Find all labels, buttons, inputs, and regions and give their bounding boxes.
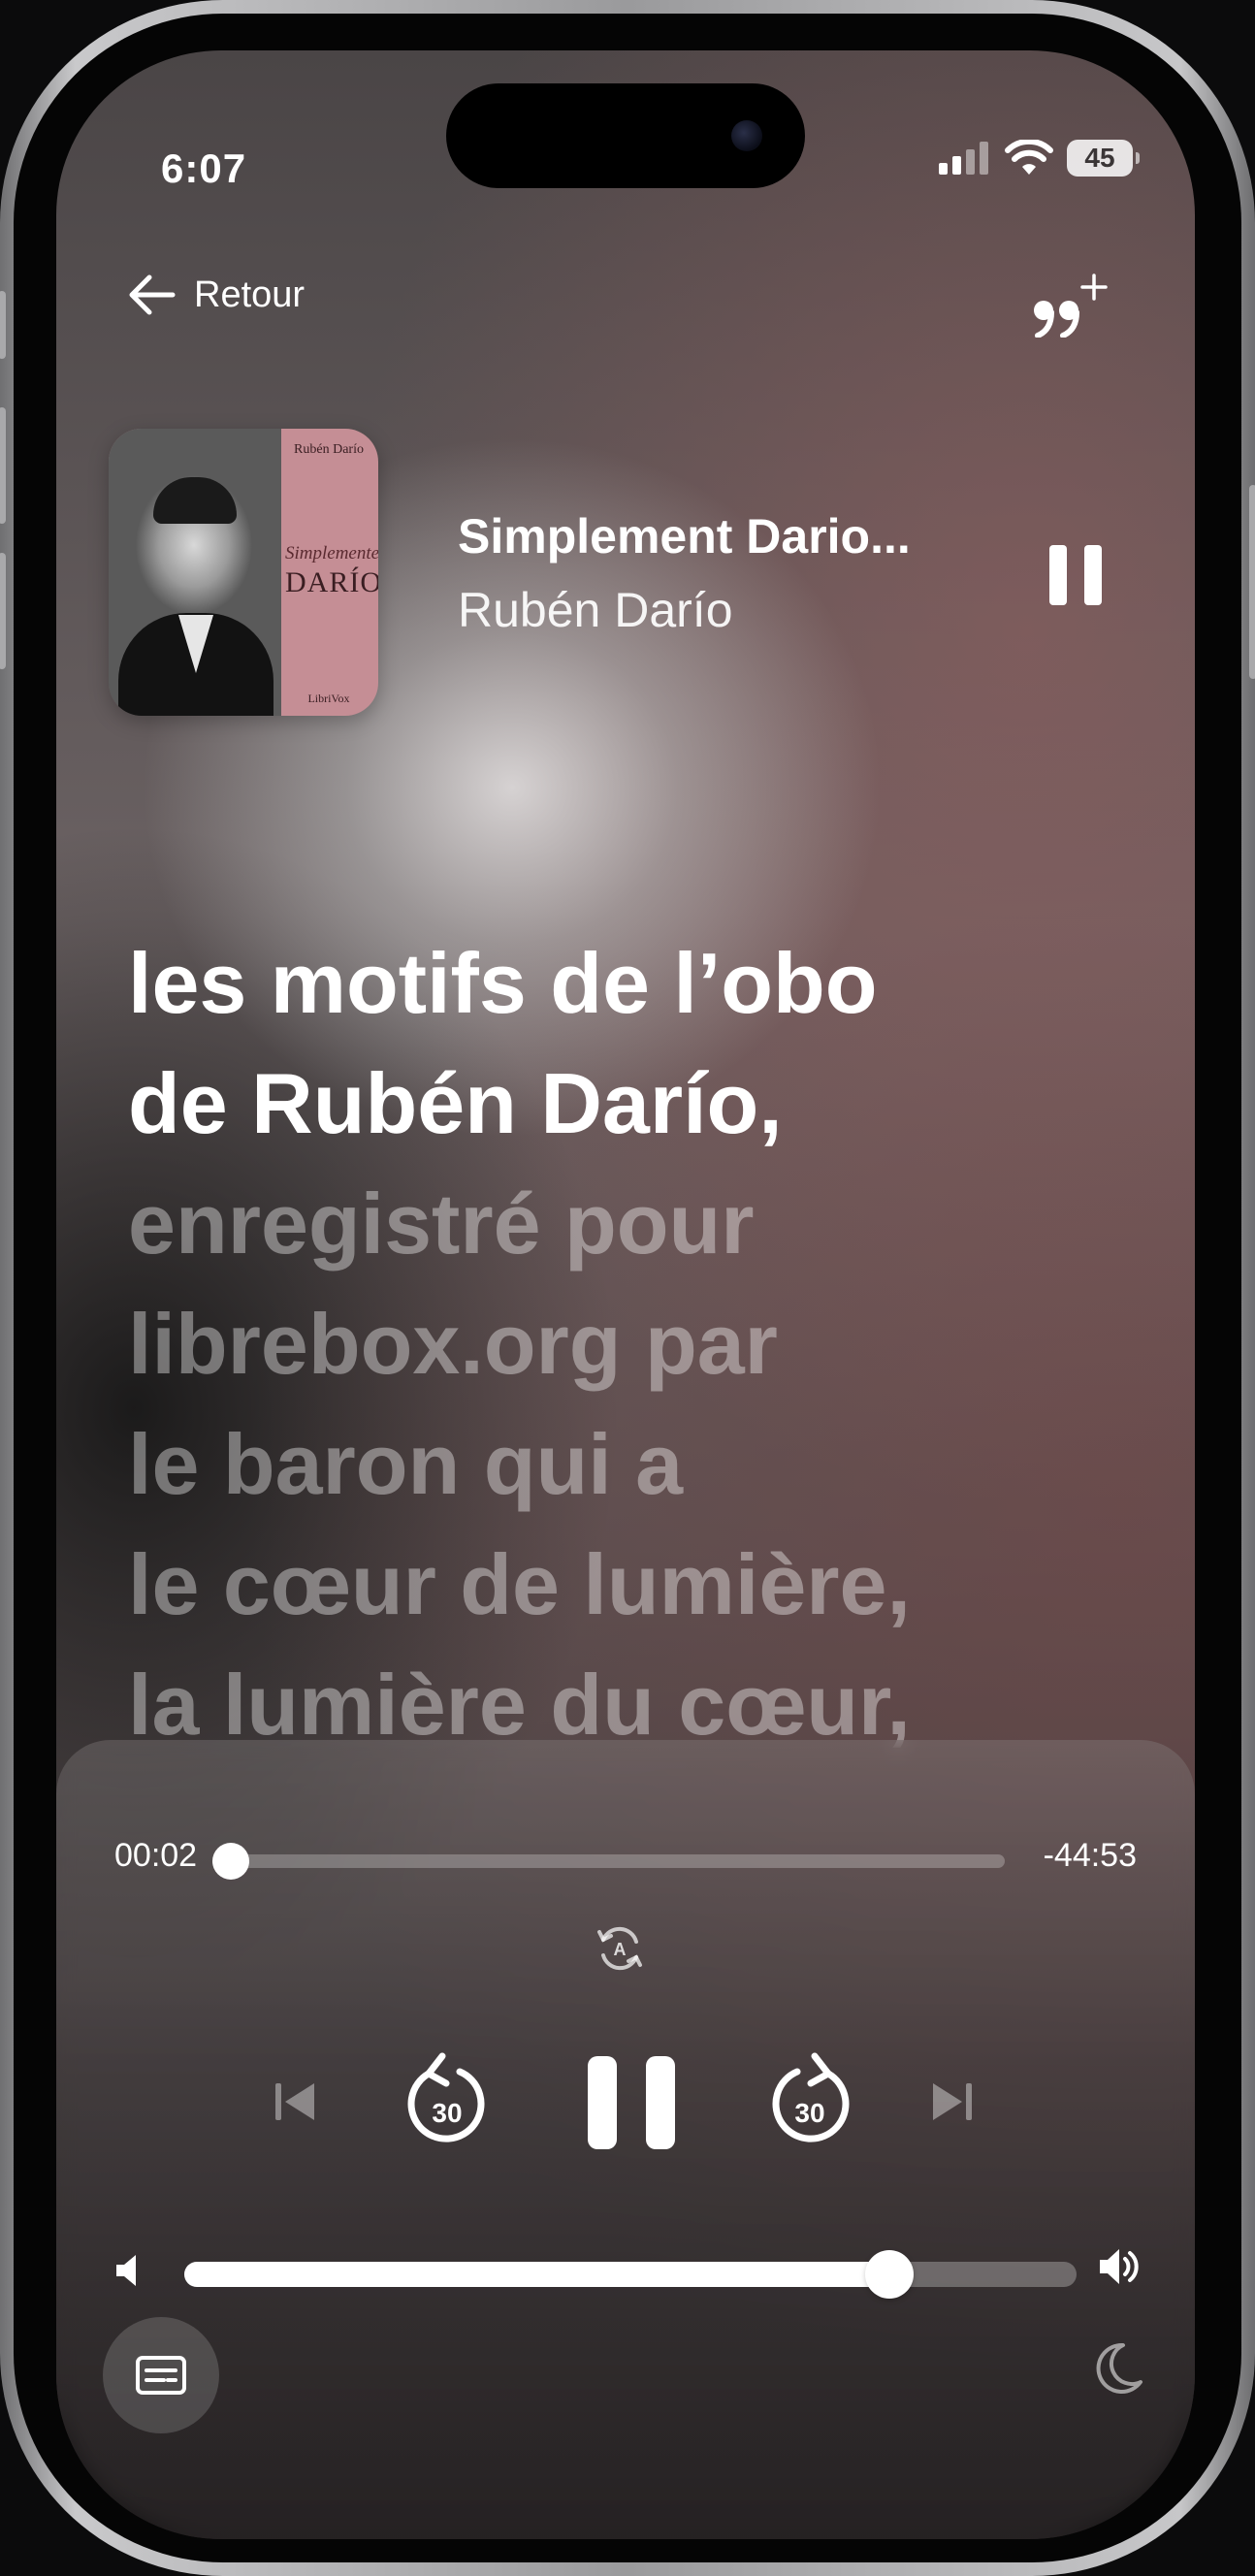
previous-chapter-button[interactable] — [272, 2079, 318, 2129]
cover-title: Simplemente — [285, 543, 378, 564]
action-button — [0, 291, 6, 359]
rewind-30-icon: 30 — [407, 2052, 485, 2142]
volume-slider[interactable] — [184, 2250, 1077, 2299]
next-chapter-button[interactable] — [929, 2079, 976, 2129]
sleep-timer-button[interactable] — [1088, 2339, 1146, 2402]
status-indicators: 45 — [939, 140, 1140, 177]
cover-publisher: LibriVox — [307, 692, 350, 705]
volume-down-button — [0, 553, 6, 669]
status-time: 6:07 — [161, 145, 247, 191]
cover-title-name: DARÍO — [285, 566, 378, 598]
author-portrait — [109, 429, 281, 716]
battery-level: 45 — [1084, 143, 1115, 173]
transcript-toggle-button[interactable] — [103, 2317, 219, 2433]
portrait-hair — [153, 477, 237, 524]
volume-fill — [184, 2262, 889, 2287]
add-quote-button[interactable] — [1030, 270, 1113, 342]
skip-next-icon — [933, 2083, 972, 2120]
pause-icon — [1049, 545, 1067, 605]
player-controls-panel: 00:02 -44:53 A 30 30 — [56, 1740, 1195, 2539]
volume-knob[interactable] — [864, 2250, 914, 2299]
skip-forward-button[interactable]: 30 — [764, 2052, 857, 2158]
dynamic-island — [446, 83, 805, 188]
svg-text:A: A — [614, 1940, 627, 1959]
progress-slider[interactable] — [211, 1843, 1005, 1880]
back-label: Retour — [194, 274, 306, 315]
add-quote-icon — [1034, 274, 1108, 338]
screen: 6:07 45 Retour Rubén Darío Simplemente D… — [56, 50, 1195, 2539]
transcript-line[interactable]: librebox.org par — [128, 1284, 1137, 1404]
cellular-signal-icon — [939, 142, 988, 175]
transcript[interactable]: les motifs de l’obo de Rubén Darío, enregi… — [128, 923, 1137, 1765]
track-title: Simplement Dario... — [458, 509, 911, 564]
pause-icon — [588, 2056, 617, 2149]
forward-30-icon: 30 — [772, 2052, 850, 2142]
volume-up-button — [0, 407, 6, 524]
progress-knob[interactable] — [211, 1843, 249, 1880]
auto-scroll-button[interactable]: A — [592, 1920, 648, 1981]
arrow-left-icon — [129, 274, 176, 315]
auto-scroll-icon: A — [597, 1926, 642, 1971]
pause-icon-bar — [1084, 545, 1102, 605]
skip-forward-label: 30 — [794, 2098, 824, 2128]
transcript-line[interactable]: le baron qui a — [128, 1404, 1137, 1525]
subtitles-icon — [136, 2356, 186, 2395]
volume-low-icon — [114, 2252, 142, 2294]
album-cover[interactable]: Rubén Darío Simplemente DARÍO LibriVox — [109, 429, 378, 716]
front-camera — [731, 120, 762, 151]
play-pause-button[interactable] — [588, 2056, 675, 2149]
transcript-line[interactable]: le cœur de lumière, — [128, 1525, 1137, 1645]
remaining-time: -44:53 — [1043, 1837, 1137, 1874]
transport-controls: 30 30 — [56, 2052, 1195, 2159]
wifi-icon — [1005, 140, 1053, 175]
transcript-line[interactable]: de Rubén Darío, — [128, 1044, 1137, 1164]
back-button[interactable]: Retour — [126, 274, 305, 316]
pause-icon-bar — [646, 2056, 675, 2149]
skip-back-button[interactable]: 30 — [400, 2052, 493, 2158]
skip-previous-icon — [275, 2083, 314, 2120]
side-button — [1249, 485, 1255, 679]
elapsed-time: 00:02 — [114, 1837, 198, 1874]
moon-icon — [1096, 2342, 1142, 2394]
cover-author: Rubén Darío — [294, 442, 364, 457]
mini-pause-button[interactable] — [1049, 545, 1102, 605]
cover-text: Rubén Darío Simplemente DARÍO LibriVox — [285, 429, 378, 716]
skip-back-label: 30 — [432, 2098, 462, 2128]
transcript-line[interactable]: enregistré pour — [128, 1164, 1137, 1284]
battery-indicator: 45 — [1067, 140, 1140, 177]
track-author: Rubén Darío — [458, 583, 733, 637]
phone-frame: 6:07 45 Retour Rubén Darío Simplemente D… — [0, 0, 1255, 2576]
transcript-line[interactable]: les motifs de l’obo — [128, 923, 1137, 1044]
volume-high-icon — [1098, 2244, 1142, 2294]
